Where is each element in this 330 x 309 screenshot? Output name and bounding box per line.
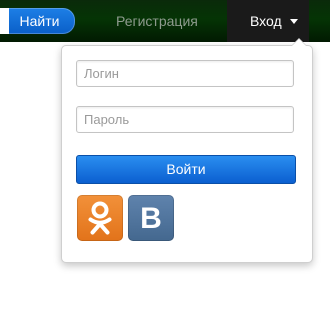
login-input[interactable] — [76, 60, 294, 87]
dropdown-pointer-arrow — [291, 38, 307, 46]
odnoklassniki-login-button[interactable] — [77, 195, 123, 241]
svg-text:B: B — [140, 202, 162, 235]
password-input[interactable] — [76, 106, 294, 133]
vk-icon: B — [140, 202, 162, 235]
search-button[interactable]: Найти — [0, 8, 75, 34]
register-link[interactable]: Регистрация — [116, 12, 198, 30]
login-submit-button[interactable]: Войти — [76, 155, 296, 184]
login-dropdown-toggle[interactable]: Вход — [227, 0, 309, 42]
login-dropdown-panel: Войти B — [61, 38, 313, 263]
login-toggle-label: Вход — [250, 13, 282, 29]
vk-login-button[interactable]: B — [128, 195, 174, 241]
caret-down-icon — [290, 19, 298, 24]
search-button-label: Найти — [19, 13, 60, 29]
odnoklassniki-icon — [88, 201, 112, 235]
top-navigation-bar: Найти Регистрация Вход — [0, 0, 330, 42]
